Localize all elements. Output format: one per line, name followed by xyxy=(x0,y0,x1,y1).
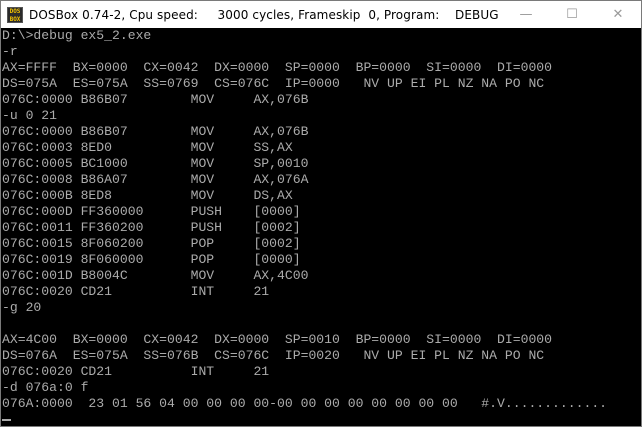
console-line: 076C:0015 8F060200 POP [0002] xyxy=(2,236,301,251)
console-line: D:\>debug ex5_2.exe xyxy=(2,28,152,43)
console-line: -r xyxy=(2,44,18,59)
title-bar[interactable]: DOS BOX DOSBox 0.74-2, Cpu speed: 3000 c… xyxy=(1,1,641,28)
console-line: 076C:0011 FF360200 PUSH [0002] xyxy=(2,220,301,235)
console-line: 076C:0008 B86A07 MOV AX,076A xyxy=(2,172,309,187)
console-line: -g 20 xyxy=(2,300,42,315)
console-line: -d 076a:0 f xyxy=(2,380,89,395)
console-line: 076C:0000 B86B07 MOV AX,076B xyxy=(2,124,309,139)
window-title: DOSBox 0.74-2, Cpu speed: 3000 cycles, F… xyxy=(29,7,499,22)
minimize-button[interactable]: — xyxy=(503,1,549,28)
window-controls: — ☐ ✕ xyxy=(503,1,641,28)
console-line: 076C:0019 8F060000 POP [0000] xyxy=(2,252,301,267)
console-line: 076C:0003 8ED0 MOV SS,AX xyxy=(2,140,293,155)
console-line: 076C:0005 BC1000 MOV SP,0010 xyxy=(2,156,309,171)
dosbox-app-icon: DOS BOX xyxy=(7,6,23,23)
console-line: AX=FFFF BX=0000 CX=0042 DX=0000 SP=0000 … xyxy=(2,60,553,75)
console-line: 076C:0020 CD21 INT 21 xyxy=(2,284,270,299)
console-line: 076C:0020 CD21 INT 21 xyxy=(2,364,270,379)
console-line: DS=075A ES=075A SS=0769 CS=076C IP=0000 … xyxy=(2,76,545,91)
console-line: 076A:0000 23 01 56 04 00 00 00 00-00 00 … xyxy=(2,396,608,411)
console-line: 076C:000B 8ED8 MOV DS,AX xyxy=(2,188,293,203)
console-line: -u 0 21 xyxy=(2,108,58,123)
text-cursor xyxy=(2,419,11,421)
console-line: 076C:001D B8004C MOV AX,4C00 xyxy=(2,268,309,283)
close-button[interactable]: ✕ xyxy=(595,1,641,28)
maximize-button[interactable]: ☐ xyxy=(549,1,595,28)
console-line: 076C:000D FF360000 PUSH [0000] xyxy=(2,204,301,219)
dosbox-window: DOS BOX DOSBox 0.74-2, Cpu speed: 3000 c… xyxy=(0,0,642,427)
console-line: AX=4C00 BX=0000 CX=0042 DX=0000 SP=0010 … xyxy=(2,332,553,347)
console-screen[interactable]: D:\>debug ex5_2.exe -r AX=FFFF BX=0000 C… xyxy=(1,28,641,426)
console-line: DS=076A ES=075A SS=076B CS=076C IP=0020 … xyxy=(2,348,545,363)
console-line: 076C:0000 B86B07 MOV AX,076B xyxy=(2,92,309,107)
